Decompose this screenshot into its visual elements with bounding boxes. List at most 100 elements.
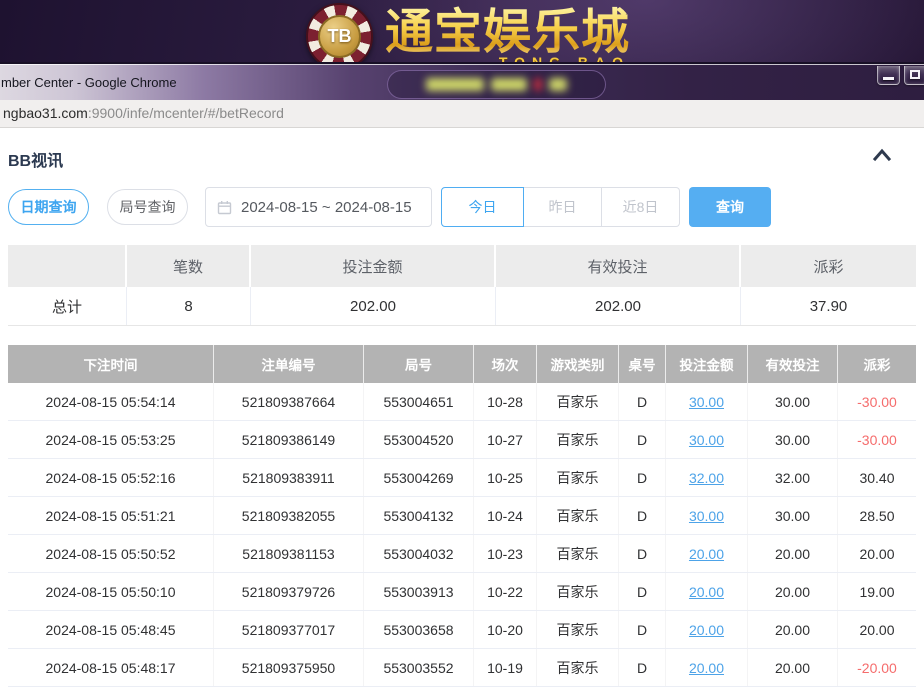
cell-round-no: 553004520: [364, 421, 474, 458]
cell-order-no: 521809386149: [214, 421, 364, 458]
minimize-icon: [883, 77, 894, 80]
cell-bet-amount[interactable]: 30.00: [666, 383, 748, 420]
site-logo: TB 通宝娱乐城 TONG BAO: [306, 3, 630, 70]
cell-session: 10-19: [474, 649, 537, 686]
summary-col-header: 笔数: [127, 245, 251, 287]
casino-chip-icon: TB: [306, 3, 373, 70]
cell-table-no: D: [619, 535, 666, 572]
summary-table: 笔数投注金额有效投注派彩 总计8202.00202.0037.90: [8, 245, 916, 326]
cell-bet-time: 2024-08-15 05:48:45: [8, 611, 214, 648]
brand-name-cn: 通宝娱乐城: [385, 3, 630, 61]
cell-bet-time: 2024-08-15 05:54:14: [8, 383, 214, 420]
cell-round-no: 553004032: [364, 535, 474, 572]
cell-table-no: D: [619, 497, 666, 534]
cell-valid-bet: 30.00: [748, 421, 838, 458]
search-button[interactable]: 查询: [689, 187, 771, 227]
summary-value: 8: [127, 287, 251, 325]
column-header-round-no: 局号: [364, 345, 474, 383]
table-row: 2024-08-15 05:48:17521809375950553003552…: [8, 649, 916, 687]
cell-session: 10-28: [474, 383, 537, 420]
minimize-button[interactable]: [877, 66, 900, 85]
cell-session: 10-25: [474, 459, 537, 496]
summary-col-header: 投注金额: [251, 245, 496, 287]
summary-col-header: [8, 245, 127, 287]
table-row: 2024-08-15 05:52:16521809383911553004269…: [8, 459, 916, 497]
cell-bet-amount[interactable]: 20.00: [666, 573, 748, 610]
url-domain: ngbao31.com: [3, 105, 88, 121]
cell-valid-bet: 20.00: [748, 649, 838, 686]
cell-order-no: 521809375950: [214, 649, 364, 686]
cell-bet-amount[interactable]: 20.00: [666, 535, 748, 572]
cell-bet-amount[interactable]: 30.00: [666, 421, 748, 458]
cell-bet-amount[interactable]: 30.00: [666, 497, 748, 534]
cell-bet-time: 2024-08-15 05:52:16: [8, 459, 214, 496]
cell-game-type: 百家乐: [537, 459, 619, 496]
collapse-toggle[interactable]: [871, 147, 895, 165]
blurred-text-blob: [549, 78, 567, 91]
cell-bet-amount[interactable]: 20.00: [666, 611, 748, 648]
cell-game-type: 百家乐: [537, 383, 619, 420]
calendar-icon: [217, 200, 232, 215]
cell-game-type: 百家乐: [537, 649, 619, 686]
cell-order-no: 521809383911: [214, 459, 364, 496]
summary-value: 37.90: [741, 287, 916, 325]
cell-bet-time: 2024-08-15 05:51:21: [8, 497, 214, 534]
yesterday-button[interactable]: 昨日: [524, 187, 602, 227]
cell-round-no: 553004651: [364, 383, 474, 420]
cell-valid-bet: 30.00: [748, 497, 838, 534]
cell-bet-amount[interactable]: 20.00: [666, 649, 748, 686]
chrome-titlebar[interactable]: mber Center - Google Chrome: [0, 64, 924, 100]
blurred-text-blob: [491, 78, 527, 91]
cell-payout: 28.50: [838, 497, 916, 534]
last-8-days-button[interactable]: 近8日: [602, 187, 680, 227]
cell-order-no: 521809382055: [214, 497, 364, 534]
cell-table-no: D: [619, 649, 666, 686]
cell-game-type: 百家乐: [537, 611, 619, 648]
cell-game-type: 百家乐: [537, 573, 619, 610]
cell-round-no: 553003913: [364, 573, 474, 610]
date-query-tab[interactable]: 日期查询: [8, 189, 89, 225]
chrome-urlbar[interactable]: ngbao31.com:9900/infe/mcenter/#/betRecor…: [0, 100, 924, 128]
cell-round-no: 553003658: [364, 611, 474, 648]
summary-total-label: 总计: [8, 287, 127, 325]
window-title: mber Center - Google Chrome: [1, 75, 177, 90]
today-button[interactable]: 今日: [441, 187, 524, 227]
cell-round-no: 553003552: [364, 649, 474, 686]
column-header-session: 场次: [474, 345, 537, 383]
summary-header-row: 笔数投注金额有效投注派彩: [8, 245, 916, 287]
cell-session: 10-24: [474, 497, 537, 534]
cell-valid-bet: 30.00: [748, 383, 838, 420]
round-query-tab[interactable]: 局号查询: [107, 189, 188, 225]
cell-valid-bet: 20.00: [748, 535, 838, 572]
cell-bet-time: 2024-08-15 05:50:10: [8, 573, 214, 610]
cell-order-no: 521809379726: [214, 573, 364, 610]
table-row: 2024-08-15 05:51:21521809382055553004132…: [8, 497, 916, 535]
maximize-button[interactable]: [904, 66, 924, 85]
column-header-game-type: 游戏类别: [537, 345, 619, 383]
screen: TB 通宝娱乐城 TONG BAO mber Center - Google C…: [0, 0, 924, 699]
chevron-up-icon: [871, 147, 893, 162]
maximize-icon: [910, 70, 920, 79]
column-header-payout: 派彩: [838, 345, 916, 383]
cell-bet-time: 2024-08-15 05:50:52: [8, 535, 214, 572]
cell-payout: -20.00: [838, 649, 916, 686]
cell-order-no: 521809387664: [214, 383, 364, 420]
cell-game-type: 百家乐: [537, 421, 619, 458]
blurred-text-blob: [426, 78, 484, 91]
cell-order-no: 521809381153: [214, 535, 364, 572]
date-range-input[interactable]: 2024-08-15 ~ 2024-08-15: [205, 187, 432, 227]
cell-valid-bet: 20.00: [748, 573, 838, 610]
cell-session: 10-27: [474, 421, 537, 458]
column-header-order-no: 注单编号: [214, 345, 364, 383]
summary-value: 202.00: [496, 287, 741, 325]
brand-lockup: 通宝娱乐城 TONG BAO: [385, 3, 630, 61]
cell-bet-amount[interactable]: 32.00: [666, 459, 748, 496]
cell-table-no: D: [619, 573, 666, 610]
chip-monogram: TB: [318, 15, 361, 58]
table-header-row: 下注时间注单编号局号场次游戏类别桌号投注金额有效投注派彩: [8, 345, 916, 383]
cell-payout: -30.00: [838, 421, 916, 458]
cell-payout: 30.40: [838, 459, 916, 496]
date-range-value: 2024-08-15 ~ 2024-08-15: [241, 199, 412, 216]
cell-game-type: 百家乐: [537, 497, 619, 534]
column-header-valid-bet: 有效投注: [748, 345, 838, 383]
